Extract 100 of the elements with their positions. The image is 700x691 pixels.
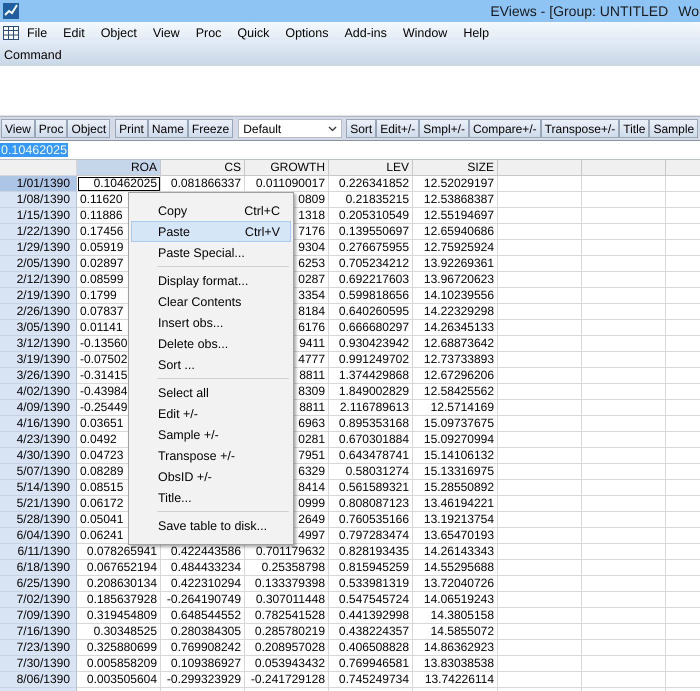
row-header[interactable]: 7/30/1390 <box>0 656 77 672</box>
menu-item[interactable]: Edit <box>55 26 93 40</box>
row-header[interactable]: 4/09/1390 <box>0 400 77 416</box>
row-header[interactable]: 2/26/1390 <box>0 304 77 320</box>
toolbar-button[interactable]: Freeze <box>188 119 234 138</box>
row-header[interactable]: 4/02/1390 <box>0 384 77 400</box>
toolbar-button[interactable]: View <box>1 119 35 138</box>
column-header[interactable]: GROWTH <box>245 160 329 176</box>
column-header[interactable]: ROA <box>77 160 161 176</box>
table-cell: 14.06519243 <box>413 592 498 608</box>
table-cell: 0.005858209 <box>77 656 161 672</box>
column-header[interactable]: LEV <box>329 160 413 176</box>
row-header[interactable]: 2/05/1390 <box>0 256 77 272</box>
table-cell: 0.547545724 <box>329 592 413 608</box>
row-header[interactable]: 8/06/1390 <box>0 672 77 688</box>
chevron-down-icon <box>328 126 338 132</box>
toolbar-button[interactable]: Compare+/- <box>468 119 541 138</box>
window-title: EViews - [Group: UNTITLED <box>490 3 668 19</box>
row-header[interactable]: 1/08/1390 <box>0 192 77 208</box>
row-header[interactable]: 5/21/1390 <box>0 496 77 512</box>
row-header[interactable]: 3/19/1390 <box>0 352 77 368</box>
toolbar-button[interactable]: Sort <box>346 119 376 138</box>
context-menu-item[interactable]: Paste Ctrl+V <box>131 221 291 242</box>
row-header[interactable]: 1/15/1390 <box>0 208 77 224</box>
toolbar-button[interactable]: Title <box>619 119 650 138</box>
toolbar-button[interactable]: Print <box>115 119 148 138</box>
table-cell: 14.22329298 <box>413 304 498 320</box>
table-cell: 0.705234212 <box>329 256 413 272</box>
row-header[interactable]: 5/07/1390 <box>0 464 77 480</box>
table-cell: 0.067652194 <box>77 560 161 576</box>
row-header[interactable]: 3/05/1390 <box>0 320 77 336</box>
menu-item[interactable]: Quick <box>229 26 278 40</box>
menu-item[interactable]: Help <box>455 26 498 40</box>
menu-item[interactable]: File <box>19 26 56 40</box>
row-header[interactable]: 3/12/1390 <box>0 336 77 352</box>
table-cell: 12.65940686 <box>413 224 498 240</box>
table-cell: 0.053943432 <box>245 656 329 672</box>
table-cell: 0.533981319 <box>329 576 413 592</box>
column-header[interactable]: CS <box>161 160 245 176</box>
grid-icon[interactable] <box>3 26 19 40</box>
row-header[interactable]: 7/16/1390 <box>0 624 77 640</box>
table-cell: 0.285780219 <box>245 624 329 640</box>
table-cell: 0.422310294 <box>161 576 245 592</box>
toolbar-button[interactable]: Transpose+/- <box>540 119 620 138</box>
toolbar-button[interactable]: Object <box>67 119 110 138</box>
table-cell: 0.643478741 <box>329 448 413 464</box>
app-logo-icon <box>2 2 20 20</box>
row-header[interactable]: 6/25/1390 <box>0 576 77 592</box>
table-cell: 0.185637928 <box>77 592 161 608</box>
table-cell: 0.599818656 <box>329 288 413 304</box>
row-header[interactable]: 1/01/1390 <box>0 176 77 192</box>
table-cell: 14.86362923 <box>413 640 498 656</box>
menu-item[interactable]: Window <box>394 26 456 40</box>
table-cell: 0.109386927 <box>161 656 245 672</box>
table-cell: 0.815945259 <box>329 560 413 576</box>
toolbar-button[interactable]: Smpl+/- <box>419 119 469 138</box>
menu-item[interactable]: View <box>144 26 188 40</box>
menu-item[interactable]: Object <box>92 26 145 40</box>
row-header[interactable]: 1/22/1390 <box>0 224 77 240</box>
table-cell: 15.28550892 <box>413 480 498 496</box>
toolbar-button[interactable]: Sample <box>649 119 698 138</box>
row-header[interactable]: 6/18/1390 <box>0 560 77 576</box>
toolbar-button[interactable]: Edit+/- <box>376 119 420 138</box>
row-header[interactable]: 3/26/1390 <box>0 368 77 384</box>
toolbar-button[interactable]: Name <box>148 119 188 138</box>
row-header[interactable]: 7/23/1390 <box>0 640 77 656</box>
row-header[interactable]: 2/19/1390 <box>0 288 77 304</box>
table-cell: 0.648544552 <box>161 608 245 624</box>
format-dropdown[interactable]: Default <box>238 119 342 138</box>
table-cell: 12.75925924 <box>413 240 498 256</box>
table-cell: 13.19213754 <box>413 512 498 528</box>
row-header[interactable]: 6/04/1390 <box>0 528 77 544</box>
table-cell: 0.930423942 <box>329 336 413 352</box>
column-header[interactable]: SIZE <box>413 160 498 176</box>
table-cell: 0.760535166 <box>329 512 413 528</box>
table-cell: 0.280384305 <box>161 624 245 640</box>
table-cell: 14.26143343 <box>413 544 498 560</box>
row-header[interactable]: 7/09/1390 <box>0 608 77 624</box>
menu-item[interactable]: Proc <box>188 26 230 40</box>
row-header[interactable]: 1/29/1390 <box>0 240 77 256</box>
row-header[interactable]: 5/28/1390 <box>0 512 77 528</box>
table-cell: 0.276675955 <box>329 240 413 256</box>
row-header[interactable]: 4/30/1390 <box>0 448 77 464</box>
table-cell: 0.208630134 <box>77 576 161 592</box>
row-header[interactable]: 5/14/1390 <box>0 480 77 496</box>
toolbar-button[interactable]: Proc <box>34 119 68 138</box>
row-header[interactable]: 6/11/1390 <box>0 544 77 560</box>
table-cell: 0.133379398 <box>245 576 329 592</box>
row-header[interactable]: 2/12/1390 <box>0 272 77 288</box>
row-header[interactable]: 4/23/1390 <box>0 432 77 448</box>
table-cell: 13.65470193 <box>413 528 498 544</box>
row-header[interactable]: 4/16/1390 <box>0 416 77 432</box>
table-cell: 12.67296206 <box>413 368 498 384</box>
table-cell: 15.13316975 <box>413 464 498 480</box>
command-label: Command <box>4 48 62 62</box>
table-cell: 0.226341852 <box>329 176 413 192</box>
table-cell: 13.72040726 <box>413 576 498 592</box>
menu-item[interactable]: Options <box>277 26 336 40</box>
menu-item[interactable]: Add-ins <box>336 26 395 40</box>
row-header[interactable]: 7/02/1390 <box>0 592 77 608</box>
